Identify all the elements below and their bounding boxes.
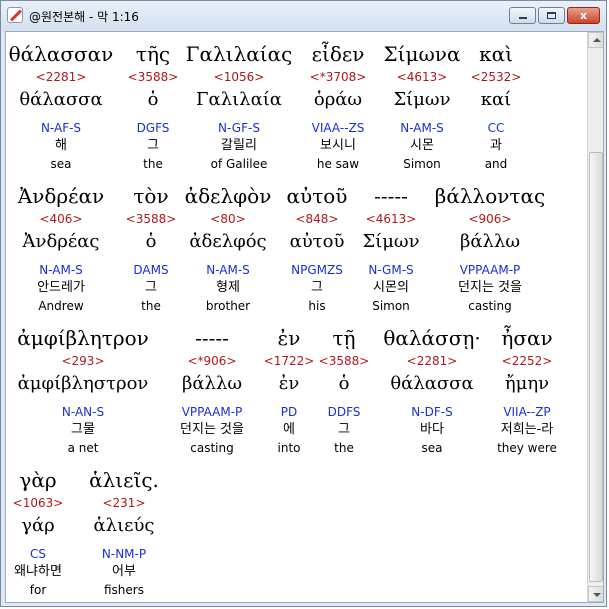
word-greek: ἦσαν (501, 326, 553, 350)
word-parse: N-NM-P (101, 547, 147, 561)
title-bar[interactable]: @원전본해 - 막 1:16 x (1, 1, 606, 31)
word-greek: ἁλιεῖς. (89, 468, 159, 492)
word-english: they were (497, 441, 557, 455)
word-lemma: ἀμφίβληστρον (17, 373, 149, 394)
close-button[interactable]: x (567, 7, 600, 24)
scroll-thumb[interactable] (589, 152, 603, 582)
word-parse: N-AN-S (61, 405, 105, 419)
word-english: and (484, 157, 508, 171)
vertical-scrollbar[interactable] (587, 32, 603, 602)
minimize-icon (519, 17, 527, 19)
word-greek: ἀμφίβλητρον (17, 326, 149, 350)
window-title: @원전본해 - 막 1:16 (29, 10, 139, 24)
word-strong[interactable]: <293> (18, 354, 148, 369)
word-english: fishers (104, 583, 144, 597)
word-lemma: βάλλω (459, 231, 521, 252)
word-korean: 저희는-라 (500, 422, 554, 437)
word-english: casting (468, 299, 512, 313)
word-parse: VPPAAM-P (459, 263, 521, 277)
scroll-up-button[interactable] (588, 32, 603, 48)
word-english: a net (67, 441, 99, 455)
word-strong[interactable]: <2252> (462, 354, 587, 369)
word-strong[interactable]: <906> (425, 212, 555, 227)
app-icon[interactable] (7, 7, 23, 23)
word-korean: 어부 (112, 564, 136, 579)
maximize-button[interactable] (538, 7, 565, 24)
arrow-down-icon (593, 593, 601, 597)
interlinear-content: θάλασσαν <2281> θάλασσα N-AF-S 해 sea τῆς <3588>… (6, 32, 587, 602)
word-greek: καὶ (479, 42, 513, 66)
word-parse: VIIA--ZP (503, 405, 551, 419)
word-lemma: ἁλιεύς (93, 515, 155, 536)
word-strong[interactable]: <2532> (431, 70, 561, 85)
word-lemma: ἤμην (504, 373, 550, 394)
word-korean: 과 (490, 138, 502, 153)
app-window: @원전본해 - 막 1:16 x θάλασσαν <2281> θάλασσα N-… (0, 0, 607, 607)
maximize-icon (547, 12, 556, 19)
scroll-down-button[interactable] (588, 586, 603, 602)
word-greek: βάλλοντας (434, 184, 546, 208)
minimize-button[interactable] (509, 7, 536, 24)
arrow-up-icon (593, 38, 601, 42)
word-lemma: καί (480, 89, 512, 110)
interlinear-view[interactable]: θάλασσαν <2281> θάλασσα N-AF-S 해 sea τῆς <3588>… (5, 31, 604, 603)
word-korean: 그물 (71, 422, 95, 437)
word-korean: 던지는 것을 (458, 280, 522, 295)
close-icon: x (579, 9, 588, 22)
word-parse: CC (487, 121, 505, 135)
word-strong[interactable]: <231> (59, 496, 189, 511)
